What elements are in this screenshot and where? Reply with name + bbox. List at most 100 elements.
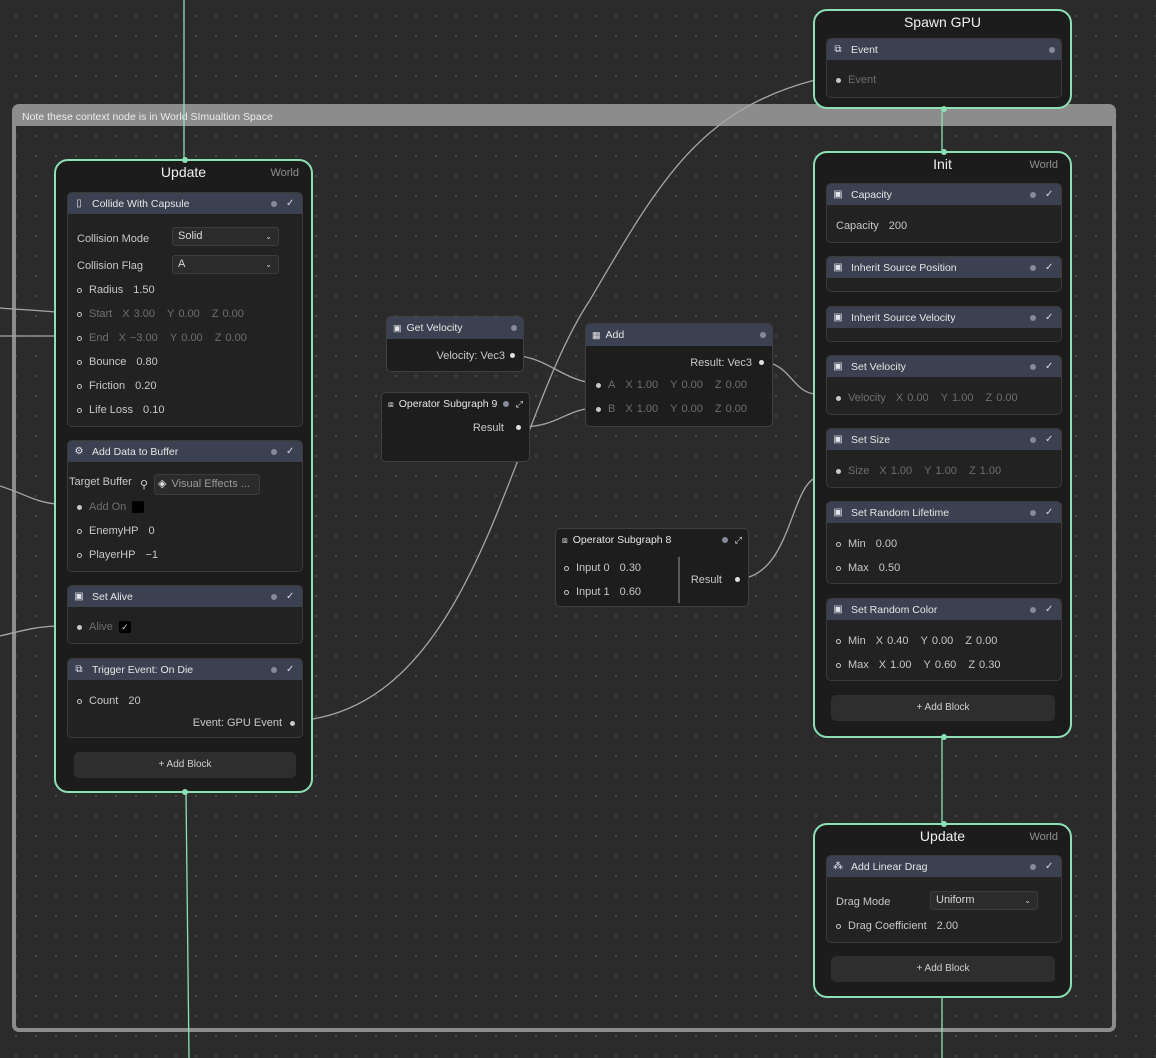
velocity-x[interactable]: 0.00 bbox=[907, 392, 928, 404]
info-icon[interactable] bbox=[1030, 863, 1036, 870]
color-min-x[interactable]: 0.40 bbox=[887, 635, 908, 647]
size-x[interactable]: 1.00 bbox=[891, 465, 912, 477]
flow-out-port[interactable] bbox=[941, 106, 947, 112]
playerhp-value[interactable]: −1 bbox=[145, 549, 158, 561]
start-x[interactable]: 3.00 bbox=[134, 308, 155, 320]
drag-coefficient-value[interactable]: 2.00 bbox=[937, 920, 958, 932]
input-pin[interactable] bbox=[836, 77, 841, 83]
check-icon[interactable]: ✓ bbox=[1045, 189, 1055, 200]
input1-value[interactable]: 0.60 bbox=[620, 586, 641, 598]
spawn-gpu-context[interactable]: Spawn GPU ⧉ Event Event bbox=[813, 9, 1072, 112]
info-icon[interactable] bbox=[511, 325, 517, 331]
info-icon[interactable] bbox=[1030, 509, 1036, 516]
a-y[interactable]: 0.00 bbox=[681, 379, 702, 391]
color-max-y[interactable]: 0.60 bbox=[935, 659, 956, 671]
set-random-lifetime-block[interactable]: ▣ Set Random Lifetime ✓ Min 0.00 Max 0.50 bbox=[826, 501, 1062, 584]
set-alive-block[interactable]: ▣ Set Alive ✓ Alive ✓ bbox=[67, 585, 303, 644]
alive-checkbox[interactable]: ✓ bbox=[118, 621, 131, 633]
size-y[interactable]: 1.00 bbox=[936, 465, 957, 477]
collision-flag-dropdown[interactable]: A ⌄ bbox=[172, 255, 279, 274]
input-pin[interactable] bbox=[77, 528, 82, 534]
check-icon[interactable]: ✓ bbox=[1045, 604, 1055, 615]
add-block-button[interactable]: + Add Block bbox=[74, 752, 296, 778]
end-z[interactable]: 0.00 bbox=[225, 332, 246, 344]
flow-in-port[interactable] bbox=[182, 157, 188, 163]
add-block-button[interactable]: + Add Block bbox=[831, 695, 1055, 721]
input-pin[interactable] bbox=[77, 407, 82, 413]
b-z[interactable]: 0.00 bbox=[726, 403, 747, 415]
input-pin[interactable] bbox=[836, 468, 841, 474]
input-pin[interactable] bbox=[77, 552, 82, 558]
set-size-block[interactable]: ▣ Set Size ✓ Size X 1.00 Y 1.00 Z 1.00 bbox=[826, 428, 1062, 488]
expand-icon[interactable]: ⤢ bbox=[735, 535, 742, 546]
pin-location-icon[interactable]: ⚲ bbox=[140, 476, 148, 492]
check-icon[interactable]: ✓ bbox=[1045, 312, 1055, 323]
input-pin[interactable] bbox=[564, 565, 569, 571]
flow-in-port[interactable] bbox=[941, 149, 947, 155]
check-icon[interactable]: ✓ bbox=[1045, 434, 1055, 445]
info-icon[interactable] bbox=[1030, 436, 1036, 443]
event-block[interactable]: ⧉ Event Event bbox=[826, 38, 1062, 98]
collision-mode-dropdown[interactable]: Solid ⌄ bbox=[172, 227, 279, 246]
check-icon[interactable]: ✓ bbox=[1045, 262, 1055, 273]
group-title[interactable]: Note these context node is in World SImu… bbox=[16, 108, 1112, 126]
info-icon[interactable] bbox=[1030, 314, 1036, 321]
check-icon[interactable]: ✓ bbox=[286, 591, 296, 602]
expand-icon[interactable]: ⤢ bbox=[516, 399, 523, 410]
set-velocity-block[interactable]: ▣ Set Velocity ✓ Velocity X 0.00 Y 1.00 Z 0.00 bbox=[826, 355, 1062, 415]
operator-subgraph-8-node[interactable]: ⧈ Operator Subgraph 8 ⤢ Input 0 0.30 Input … bbox=[555, 528, 749, 607]
capacity-block[interactable]: ▣ Capacity ✓ Capacity 200 bbox=[826, 183, 1062, 243]
input-pin[interactable] bbox=[836, 923, 841, 929]
start-y[interactable]: 0.00 bbox=[178, 308, 199, 320]
friction-value[interactable]: 0.20 bbox=[135, 380, 156, 392]
info-icon[interactable] bbox=[502, 401, 509, 407]
check-icon[interactable]: ✓ bbox=[1045, 507, 1055, 518]
info-icon[interactable] bbox=[1030, 606, 1036, 613]
info-icon[interactable] bbox=[721, 537, 728, 543]
color-max-z[interactable]: 0.30 bbox=[979, 659, 1000, 671]
lifetime-max[interactable]: 0.50 bbox=[879, 562, 900, 574]
info-icon[interactable] bbox=[271, 593, 277, 600]
color-max-x[interactable]: 1.00 bbox=[890, 659, 911, 671]
drag-mode-dropdown[interactable]: Uniform ⌄ bbox=[930, 891, 1038, 910]
input-pin[interactable] bbox=[596, 382, 601, 388]
end-y[interactable]: 0.00 bbox=[181, 332, 202, 344]
input-pin[interactable] bbox=[77, 624, 82, 630]
input-pin[interactable] bbox=[77, 698, 82, 704]
input-pin[interactable] bbox=[836, 541, 841, 547]
target-buffer-field[interactable]: ◈ Visual Effects ... bbox=[154, 474, 260, 495]
size-z[interactable]: 1.00 bbox=[980, 465, 1001, 477]
lifetime-min[interactable]: 0.00 bbox=[876, 538, 897, 550]
trigger-event-block[interactable]: ⧉ Trigger Event: On Die ✓ Count 20 Event: G… bbox=[67, 658, 303, 738]
add-block-button[interactable]: + Add Block bbox=[831, 956, 1055, 982]
add-on-checkbox[interactable] bbox=[132, 501, 145, 513]
end-x[interactable]: −3.00 bbox=[130, 332, 164, 344]
input-pin[interactable] bbox=[77, 383, 82, 389]
flow-out-port[interactable] bbox=[182, 789, 188, 795]
lifeloss-value[interactable]: 0.10 bbox=[143, 404, 164, 416]
velocity-z[interactable]: 0.00 bbox=[996, 392, 1017, 404]
count-value[interactable]: 20 bbox=[128, 695, 140, 707]
input-pin[interactable] bbox=[836, 662, 841, 668]
info-icon[interactable] bbox=[1030, 264, 1036, 271]
input-pin[interactable] bbox=[836, 565, 841, 571]
input-pin[interactable] bbox=[77, 504, 82, 510]
output-pin[interactable] bbox=[759, 360, 764, 365]
add-data-to-buffer-block[interactable]: ⚙ Add Data to Buffer ✓ Target Buffer ⚲ ◈ Vi… bbox=[67, 440, 303, 572]
capacity-value[interactable]: 200 bbox=[889, 220, 907, 232]
info-icon[interactable] bbox=[1030, 363, 1036, 370]
collide-with-capsule-block[interactable]: ▯ Collide With Capsule ✓ Collision Mode So… bbox=[67, 192, 303, 427]
a-z[interactable]: 0.00 bbox=[726, 379, 747, 391]
velocity-y[interactable]: 1.00 bbox=[952, 392, 973, 404]
check-icon[interactable]: ✓ bbox=[1045, 861, 1055, 872]
input-pin[interactable] bbox=[596, 406, 601, 412]
add-node[interactable]: ▦ Add Result: Vec3 A X 1.00 Y 0.00 Z 0.00 B X 1.0… bbox=[585, 323, 773, 427]
b-x[interactable]: 1.00 bbox=[637, 403, 658, 415]
info-icon[interactable] bbox=[271, 448, 277, 455]
inherit-source-velocity-block[interactable]: ▣ Inherit Source Velocity ✓ bbox=[826, 306, 1062, 342]
input-pin[interactable] bbox=[77, 359, 82, 365]
set-random-color-block[interactable]: ▣ Set Random Color ✓ Min X 0.40 Y 0.00 Z 0.00 Ma… bbox=[826, 598, 1062, 681]
check-icon[interactable]: ✓ bbox=[286, 664, 296, 675]
input-pin[interactable] bbox=[564, 589, 569, 595]
check-icon[interactable]: ✓ bbox=[286, 446, 296, 457]
